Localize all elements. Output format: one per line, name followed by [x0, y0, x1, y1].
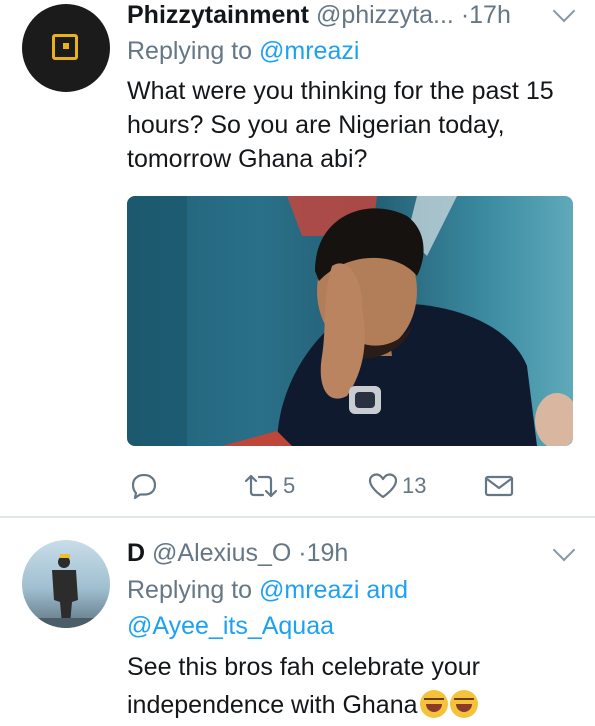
avatar[interactable] [22, 4, 110, 92]
tweet-actions: 5 13 [0, 466, 595, 506]
tweet-text: What were you thinking for the past 15 h… [127, 77, 554, 173]
retweet-icon [244, 474, 278, 498]
tweet-header: Phizzytainment @phizzyta... ·17h [127, 0, 511, 30]
tweet-text-line-with-emoji: independence with Ghana [127, 688, 577, 726]
user-handle[interactable]: @Alexius_O [152, 539, 291, 567]
envelope-icon [484, 475, 514, 497]
separator-dot: · [298, 539, 307, 567]
mention-link[interactable]: @Ayee_its_Aquaa [127, 612, 334, 640]
like-button[interactable]: 13 [368, 466, 426, 506]
heart-icon [368, 473, 398, 499]
retweet-button[interactable]: 5 [243, 466, 295, 506]
replying-prefix: Replying to [127, 576, 253, 604]
tweet-photo[interactable] [127, 196, 573, 446]
like-count: 13 [402, 473, 427, 498]
direct-message-button[interactable] [484, 466, 514, 506]
replying-to-continued: @Ayee_its_Aquaa [127, 609, 334, 643]
reply-icon [131, 473, 157, 500]
tweet-1[interactable]: Phizzytainment @phizzyta... ·17h Replyin… [0, 0, 595, 517]
avatar-photo [22, 554, 110, 628]
tweet-text-line: See this bros fah celebrate your [127, 653, 480, 681]
retweet-count: 5 [283, 473, 296, 498]
face-with-tears-of-joy-icon [449, 690, 478, 718]
tweet-header: D @Alexius_O ·19h [127, 538, 348, 568]
mention-joiner: and [366, 576, 409, 604]
display-name[interactable]: D [127, 539, 145, 567]
tweet-text: See this bros fah celebrate your indepen… [127, 650, 577, 726]
man-covering-face-photo [127, 196, 573, 446]
display-name[interactable]: Phizzytainment [127, 1, 309, 29]
chevron-down-icon[interactable] [552, 0, 576, 23]
mention-link[interactable]: @mreazi [259, 576, 359, 604]
replying-prefix: Replying to [127, 37, 253, 65]
user-handle[interactable]: @phizzyta... [316, 1, 454, 29]
timestamp[interactable]: 19h [307, 539, 349, 567]
tweet-text-line: independence with Ghana [127, 691, 418, 719]
face-with-tears-of-joy-icon [419, 690, 448, 718]
separator-dot: · [460, 1, 470, 29]
timestamp[interactable]: 17h [469, 1, 511, 29]
mention-link[interactable]: @mreazi [259, 37, 359, 65]
replying-to: Replying to @mreazi [127, 34, 359, 68]
yellow-square-logo-icon [52, 34, 78, 60]
replying-to: Replying to @mreazi and [127, 573, 408, 607]
avatar[interactable] [22, 540, 110, 628]
reply-button[interactable] [130, 466, 158, 506]
